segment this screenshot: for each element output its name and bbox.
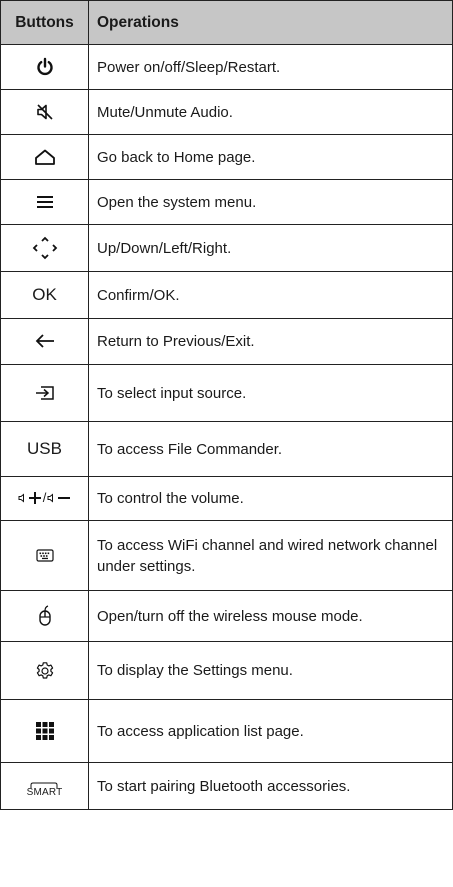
button-cell [0, 89, 89, 135]
ok-label: OK [0, 271, 89, 319]
operation-text: Open/turn off the wireless mouse mode. [88, 590, 453, 642]
home-icon [34, 149, 55, 165]
table-row: SMART To start pairing Bluetooth accesso… [0, 762, 453, 810]
button-cell [0, 44, 89, 90]
button-cell [0, 699, 89, 763]
table-row: Mute/Unmute Audio. [0, 89, 453, 135]
operation-text: To access WiFi channel and wired network… [88, 520, 453, 591]
operation-text: Confirm/OK. [88, 271, 453, 319]
table-row: Up/Down/Left/Right. [0, 224, 453, 272]
button-cell [0, 590, 89, 642]
operation-text: To select input source. [88, 364, 453, 422]
button-cell [0, 641, 89, 700]
table-row: USB To access File Commander. [0, 421, 453, 477]
volume-minus-icon [58, 496, 71, 499]
button-cell [0, 134, 89, 180]
menu-icon [36, 195, 53, 208]
button-cell [0, 364, 89, 422]
operation-text: To display the Settings menu. [88, 641, 453, 700]
volume-control: / [18, 490, 72, 505]
header-buttons: Buttons [0, 0, 89, 45]
table-row: Return to Previous/Exit. [0, 318, 453, 365]
keyboard-icon [35, 549, 54, 562]
input-source-icon [35, 386, 54, 400]
operation-text: Go back to Home page. [88, 134, 453, 180]
smart-button: SMART [27, 782, 63, 798]
table-row: Open/turn off the wireless mouse mode. [0, 590, 453, 642]
table-row: / To control the volume. [0, 476, 453, 521]
table-row: To select input source. [0, 364, 453, 422]
volume-plus-icon [28, 491, 41, 504]
mute-icon [36, 104, 53, 120]
operation-text: Mute/Unmute Audio. [88, 89, 453, 135]
operation-text: To start pairing Bluetooth accessories. [88, 762, 453, 810]
apps-grid-icon [35, 722, 54, 740]
table-row: Go back to Home page. [0, 134, 453, 180]
operation-text: To access application list page. [88, 699, 453, 763]
button-cell: SMART [0, 762, 89, 810]
operation-text: Power on/off/Sleep/Restart. [88, 44, 453, 90]
navigation-arrows-icon [32, 236, 57, 260]
table-row: OK Confirm/OK. [0, 271, 453, 319]
table-row: Power on/off/Sleep/Restart. [0, 44, 453, 90]
volume-icon [18, 492, 24, 503]
buttons-operations-table: Buttons Operations Power on/off/Sleep/Re… [0, 0, 453, 810]
button-cell [0, 520, 89, 591]
table-header-row: Buttons Operations [0, 0, 453, 45]
button-cell [0, 179, 89, 225]
volume-icon [47, 492, 54, 503]
operation-text: To control the volume. [88, 476, 453, 521]
table-row: To access WiFi channel and wired network… [0, 520, 453, 591]
smart-label: SMART [26, 786, 63, 798]
operation-text: Open the system menu. [88, 179, 453, 225]
power-icon [36, 57, 53, 76]
operation-text: Return to Previous/Exit. [88, 318, 453, 365]
usb-label: USB [0, 421, 89, 477]
mouse-icon [38, 605, 51, 626]
gear-icon [36, 661, 53, 679]
operation-text: To access File Commander. [88, 421, 453, 477]
table-row: To access application list page. [0, 699, 453, 763]
button-cell [0, 224, 89, 272]
table-row: Open the system menu. [0, 179, 453, 225]
operation-text: Up/Down/Left/Right. [88, 224, 453, 272]
table-row: To display the Settings menu. [0, 641, 453, 700]
button-cell [0, 318, 89, 365]
header-operations: Operations [88, 0, 453, 45]
button-cell: / [0, 476, 89, 521]
back-arrow-icon [35, 334, 54, 348]
